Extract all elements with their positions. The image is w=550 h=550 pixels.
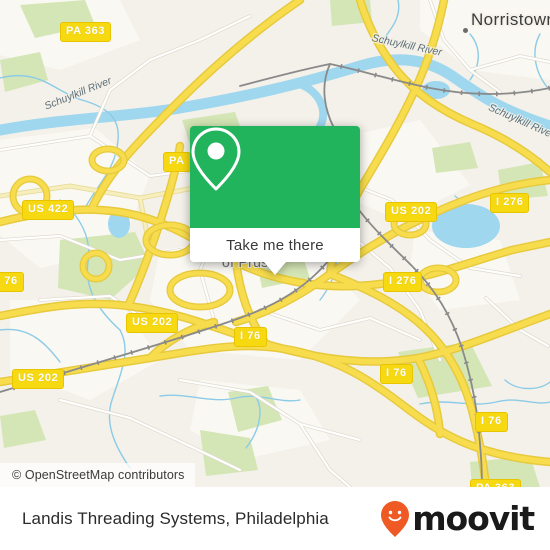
moovit-map-screenshot: Schuylkill River Schuylkill River Schuyl… — [0, 0, 550, 550]
road-shield: US 202 — [12, 369, 65, 389]
road-shield: PA 363 — [470, 479, 522, 487]
road-shield: I 276 — [383, 272, 423, 292]
footer-bar: Landis Threading Systems, Philadelphia m… — [0, 487, 550, 550]
map-canvas[interactable]: Schuylkill River Schuylkill River Schuyl… — [0, 0, 550, 487]
location-caption: Landis Threading Systems, Philadelphia — [22, 508, 329, 528]
popup-header — [190, 126, 360, 228]
popup-footer[interactable]: Take me there — [190, 228, 360, 275]
popup-tail-pointer — [264, 262, 286, 275]
road-shield: I 76 — [234, 327, 267, 347]
road-shield: US 202 — [385, 202, 438, 222]
take-me-there-label: Take me there — [226, 236, 324, 254]
road-shield: I 76 — [380, 364, 413, 384]
road-shield: I 76 — [475, 412, 508, 432]
road-shield: PA 363 — [60, 22, 112, 42]
moovit-wordmark: moovit — [412, 499, 535, 538]
moovit-logo[interactable]: moovit — [380, 499, 535, 538]
location-popup-card[interactable]: Take me there — [190, 126, 360, 275]
attribution-text: © OpenStreetMap contributors — [0, 463, 195, 487]
moovit-smiling-pin-icon — [381, 500, 410, 537]
road-shield: PA — [163, 152, 191, 172]
map-pin-icon — [191, 127, 241, 191]
city-dot-icon — [463, 28, 468, 33]
road-shield: US 422 — [22, 200, 75, 220]
road-shield: I 276 — [490, 193, 530, 213]
road-shield: US 202 — [126, 313, 179, 333]
road-shield: I 76 — [0, 272, 24, 292]
